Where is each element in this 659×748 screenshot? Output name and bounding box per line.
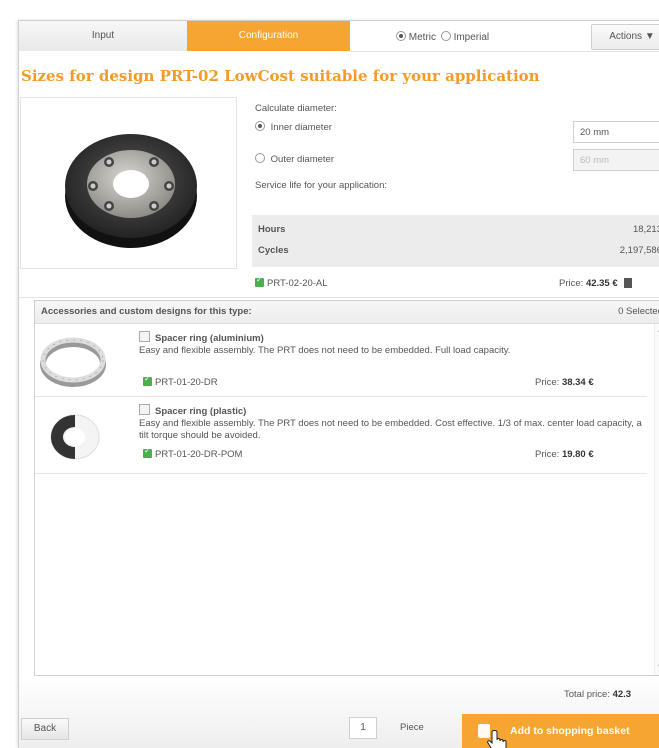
accessory-checkbox[interactable] (139, 331, 150, 342)
accessory-code-text: PRT-01-20-DR-POM (155, 449, 243, 460)
outer-diameter-select: 60 mm ▼ (573, 149, 659, 171)
outer-diameter-value: 60 mm (580, 155, 610, 166)
accessory-name-text: Spacer ring (aluminium) (155, 333, 264, 344)
spacer-ring-plastic-image (50, 414, 100, 460)
actions-dropdown[interactable]: Actions ▼ (591, 24, 659, 50)
accessory-price-label: Price: (535, 377, 560, 388)
total-price-label: Total price: (564, 689, 610, 700)
outer-diameter-option[interactable]: Outer diameter (255, 153, 334, 165)
accessory-price: Price: 19.80 € (535, 449, 594, 460)
accessory-description: Easy and flexible assembly. The PRT does… (139, 345, 511, 356)
calc-diameter-label: Calculate diameter: (255, 103, 337, 114)
accessories-title: Accessories and custom designs for this … (41, 306, 252, 317)
quantity-unit: Piece (400, 722, 424, 733)
check-icon (143, 374, 152, 386)
total-price-value: 42.3 (612, 689, 632, 700)
add-to-basket-button[interactable]: Add to shopping basket (462, 714, 659, 748)
outer-diameter-radio[interactable] (255, 153, 265, 163)
configurator-window: Input Configuration Metric Imperial Acti… (18, 20, 659, 748)
accessory-price-value: 38.34 € (561, 377, 594, 388)
accessory-price: Price: 38.34 € (535, 377, 594, 388)
check-icon (143, 446, 152, 458)
service-life-table: Hours 18,213 Cycles 2,197,586 (252, 215, 659, 267)
inner-diameter-option[interactable]: Inner diameter (255, 121, 332, 133)
list-item: Spacer ring (plastic) Easy and flexible … (35, 397, 647, 474)
inner-diameter-label: Inner diameter (270, 122, 332, 133)
inner-diameter-value: 20 mm (580, 127, 610, 138)
accessories-selected-count: 0 Selected (618, 306, 659, 317)
product-code-text: PRT-02-20-AL (267, 278, 328, 289)
accessories-header: Accessories and custom designs for this … (35, 301, 659, 324)
back-button[interactable]: Back (21, 718, 69, 740)
accessories-panel: Accessories and custom designs for this … (34, 300, 659, 676)
accessory-checkbox[interactable] (139, 404, 150, 415)
unit-switch: Metric Imperial (396, 31, 489, 43)
bearing-image (65, 134, 197, 248)
hours-value: 18,213 (632, 224, 659, 235)
inner-diameter-select[interactable]: 20 mm ▼ (573, 121, 659, 143)
inner-diameter-radio[interactable] (255, 121, 265, 131)
tab-configuration[interactable]: Configuration (187, 21, 351, 51)
list-item: Spacer ring (aluminium) Easy and flexibl… (35, 324, 647, 397)
add-to-basket-label: Add to shopping basket (510, 725, 630, 737)
accessory-code: PRT-01-20-DR (143, 374, 218, 388)
metric-radio[interactable] (396, 31, 406, 41)
accessory-code-text: PRT-01-20-DR (155, 377, 218, 388)
page-title: Sizes for design PRT-02 LowCost suitable… (21, 67, 540, 85)
spacer-ring-aluminium-image (40, 337, 106, 387)
imperial-radio[interactable] (440, 31, 451, 41)
product-code: PRT-02-20-AL (255, 275, 328, 289)
trash-icon[interactable] (624, 278, 633, 288)
accessory-price-value: 19.80 € (561, 449, 594, 460)
accessory-name[interactable]: Spacer ring (aluminium) (139, 331, 264, 344)
product-image (20, 97, 237, 269)
accessory-description: Easy and flexible assembly. The PRT does… (139, 418, 642, 441)
accessory-name[interactable]: Spacer ring (plastic) (139, 404, 246, 417)
product-price-value: 42.35 € (585, 278, 618, 289)
total-price: Total price: 42.3 (564, 689, 631, 700)
outer-diameter-label: Outer diameter (270, 154, 335, 165)
check-icon (255, 275, 264, 287)
hours-label: Hours (258, 224, 286, 235)
quantity-input[interactable]: 1 (349, 717, 377, 739)
tab-input[interactable]: Input (19, 21, 188, 51)
accessory-name-text: Spacer ring (plastic) (155, 406, 247, 417)
imperial-label: Imperial (453, 32, 490, 43)
hand-cursor-icon (487, 730, 507, 748)
accessory-price-label: Price: (535, 449, 560, 460)
section-divider (19, 297, 659, 298)
service-life-label: Service life for your application: (255, 180, 388, 191)
metric-label: Metric (408, 32, 437, 43)
cycles-value: 2,197,586 (619, 245, 659, 256)
product-price-label: Price: (559, 278, 584, 289)
accessory-code: PRT-01-20-DR-POM (143, 446, 243, 460)
scrollbar[interactable]: ^ v (654, 324, 659, 675)
cycles-label: Cycles (258, 245, 289, 256)
hours-row: Hours (258, 224, 659, 235)
product-price: Price: 42.35 € (559, 278, 633, 289)
cycles-row: Cycles (258, 245, 659, 256)
